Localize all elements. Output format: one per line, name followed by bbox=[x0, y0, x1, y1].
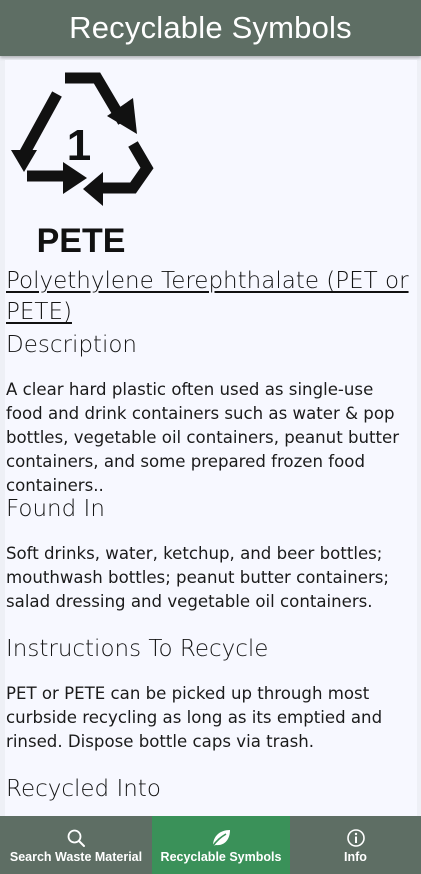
material-name-link[interactable]: Polyethylene Terephthalate (PET or PETE) bbox=[6, 266, 411, 328]
tab-label: Info bbox=[344, 850, 367, 864]
bottom-navigation: Search Waste Material Recyclable Symbols… bbox=[0, 816, 421, 874]
tab-info[interactable]: Info bbox=[290, 816, 421, 874]
symbol-number: 1 bbox=[67, 121, 91, 170]
search-icon bbox=[66, 828, 86, 848]
recycled-into-heading: Recycled Into bbox=[6, 776, 161, 802]
info-icon bbox=[346, 828, 366, 848]
instructions-text: PET or PETE can be picked up through mos… bbox=[6, 684, 383, 751]
symbol-code: PETE bbox=[37, 222, 126, 256]
found-in-text: Soft drinks, water, ketchup, and beer bo… bbox=[6, 544, 390, 611]
tab-recyclable-symbols[interactable]: Recyclable Symbols bbox=[152, 816, 290, 874]
description-text: A clear hard plastic often used as singl… bbox=[6, 380, 400, 495]
found-in-heading: Found In bbox=[6, 496, 105, 522]
page-title: Recyclable Symbols bbox=[69, 10, 352, 45]
tab-label: Search Waste Material bbox=[9, 850, 143, 864]
recycle-triangle-icon: 1 PETE bbox=[7, 64, 157, 260]
app-header: Recyclable Symbols bbox=[0, 0, 421, 56]
description-heading: Description bbox=[6, 332, 137, 358]
app-root: Recyclable Symbols 1 PETE Polyethylene T… bbox=[0, 0, 421, 874]
tab-search-waste-material[interactable]: Search Waste Material bbox=[0, 816, 152, 874]
leaf-icon bbox=[210, 828, 232, 848]
tab-label: Recyclable Symbols bbox=[160, 850, 282, 864]
symbol-detail-content[interactable]: 1 PETE Polyethylene Terephthalate (PET o… bbox=[5, 60, 417, 816]
instructions-heading: Instructions To Recycle bbox=[6, 636, 269, 662]
